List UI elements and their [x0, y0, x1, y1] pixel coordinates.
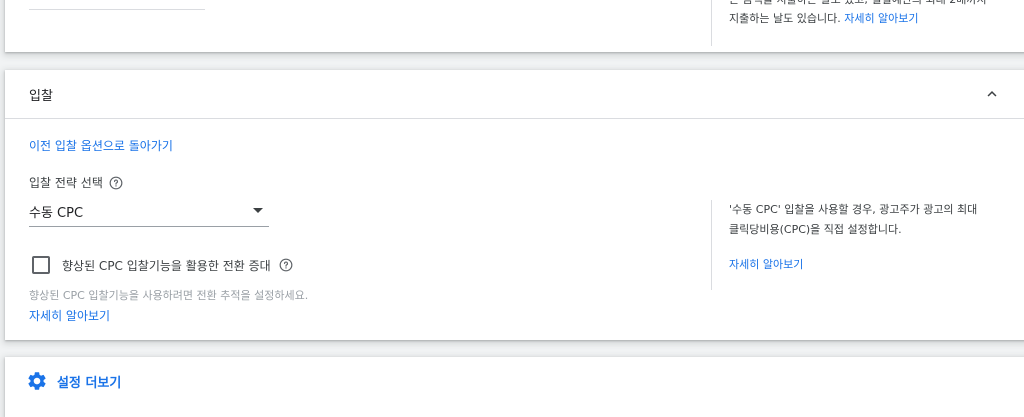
- bidding-help-line1: '수동 CPC' 입찰을 사용할 경우, 광고주가 광고의 최대: [729, 203, 978, 216]
- enhanced-cpc-row[interactable]: 향상된 CPC 입찰기능을 활용한 전환 증대: [32, 256, 293, 274]
- more-settings-card: 설정 더보기: [5, 357, 1024, 417]
- budget-card: 은 금액을 지출하는 날도 있고, 일일예산의 최대 2배까지 지출하는 날도 …: [5, 0, 1024, 52]
- enhanced-cpc-checkbox[interactable]: [32, 256, 50, 274]
- bidding-help-divider: [711, 200, 712, 290]
- budget-help-text: 은 금액을 지출하는 날도 있고, 일일예산의 최대 2배까지 지출하는 날도 …: [729, 0, 1019, 28]
- bid-strategy-select[interactable]: 수동 CPC: [29, 198, 269, 227]
- bid-strategy-select-value: 수동 CPC: [29, 206, 84, 221]
- more-settings-label: 설정 더보기: [57, 375, 122, 391]
- help-icon[interactable]: [279, 258, 293, 272]
- bid-strategy-label-row: 입찰 전략 선택: [29, 174, 123, 191]
- chevron-up-icon[interactable]: [983, 85, 1001, 103]
- budget-help-line1: 은 금액을 지출하는 날도 있고, 일일예산의 최대 2배까지: [729, 0, 1019, 9]
- learn-more-link-right[interactable]: 자세히 알아보기: [729, 256, 803, 272]
- budget-learn-more-link[interactable]: 자세히 알아보기: [844, 12, 918, 25]
- learn-more-link-left[interactable]: 자세히 알아보기: [29, 307, 110, 324]
- bidding-card-title: 입찰: [29, 89, 53, 104]
- help-icon[interactable]: [109, 176, 123, 190]
- back-to-previous-bidding-options-link[interactable]: 이전 입찰 옵션으로 돌아가기: [29, 137, 173, 154]
- enhanced-cpc-label: 향상된 CPC 입찰기능을 활용한 전환 증대: [62, 258, 271, 273]
- dropdown-arrow-icon: [253, 208, 263, 213]
- bidding-help-text: '수동 CPC' 입찰을 사용할 경우, 광고주가 광고의 최대 클릭당비용(C…: [729, 200, 1019, 240]
- bidding-help-line2: 클릭당비용(CPC)을 직접 설정합니다.: [729, 223, 902, 236]
- bidding-card-header[interactable]: 입찰: [5, 70, 1024, 119]
- more-settings-button[interactable]: 설정 더보기: [26, 370, 121, 392]
- bidding-card: 입찰 이전 입찰 옵션으로 돌아가기 입찰 전략 선택 수동 CPC 향상된 C…: [5, 70, 1024, 340]
- bid-strategy-label: 입찰 전략 선택: [29, 176, 103, 190]
- conversion-tracking-hint: 향상된 CPC 입찰기능을 사용하려면 전환 추적을 설정하세요.: [29, 289, 309, 302]
- budget-help-line2: 지출하는 날도 있습니다.: [729, 12, 841, 25]
- budget-input-underline: [29, 9, 205, 10]
- gear-icon: [28, 372, 46, 390]
- budget-help-divider: [711, 0, 712, 46]
